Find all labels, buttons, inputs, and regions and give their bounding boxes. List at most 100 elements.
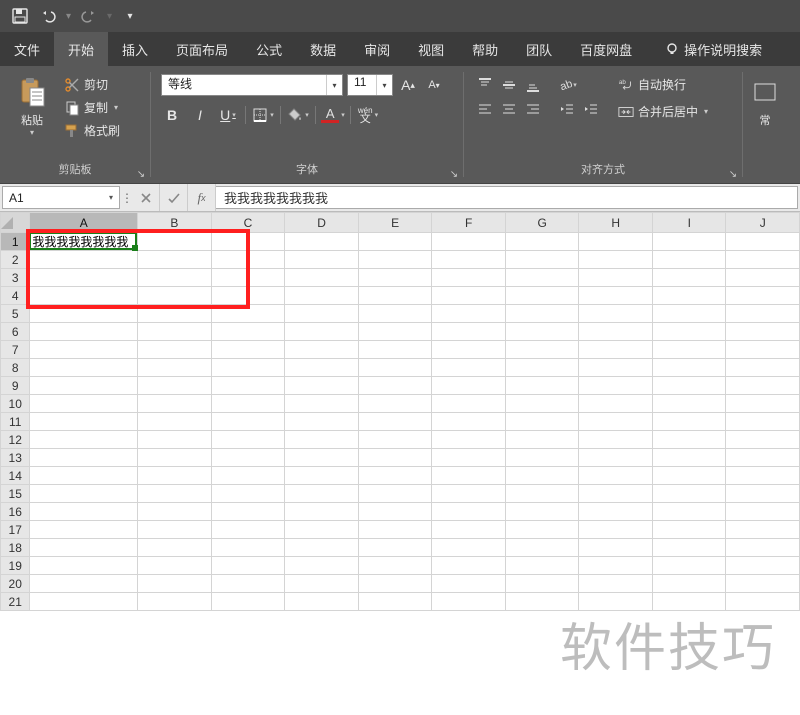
- cell[interactable]: [211, 431, 285, 449]
- align-right-button[interactable]: [522, 98, 544, 120]
- cell[interactable]: [726, 305, 800, 323]
- cell[interactable]: [211, 413, 285, 431]
- cell[interactable]: [726, 341, 800, 359]
- cell[interactable]: [211, 287, 285, 305]
- dropdown-arrow-icon[interactable]: ▾: [376, 75, 392, 95]
- cell[interactable]: [653, 539, 726, 557]
- name-box[interactable]: A1 ▾: [2, 186, 120, 209]
- paste-button[interactable]: 粘贴 ▾: [10, 74, 54, 157]
- column-header[interactable]: J: [726, 213, 800, 233]
- undo-icon[interactable]: [36, 4, 60, 28]
- cell[interactable]: [653, 557, 726, 575]
- cell[interactable]: [726, 359, 800, 377]
- cell[interactable]: [358, 503, 432, 521]
- cell[interactable]: [30, 377, 138, 395]
- cell[interactable]: [138, 521, 212, 539]
- cell[interactable]: [653, 467, 726, 485]
- column-header[interactable]: H: [579, 213, 653, 233]
- column-header[interactable]: G: [505, 213, 579, 233]
- cell[interactable]: [505, 521, 579, 539]
- cell[interactable]: [653, 593, 726, 611]
- cell[interactable]: [211, 539, 285, 557]
- cell[interactable]: [653, 449, 726, 467]
- cell[interactable]: [285, 431, 359, 449]
- fill-color-button[interactable]: ▾: [287, 104, 309, 126]
- cell[interactable]: [358, 467, 432, 485]
- cell[interactable]: [653, 305, 726, 323]
- cell[interactable]: [653, 431, 726, 449]
- cell[interactable]: [579, 341, 653, 359]
- enter-formula-button[interactable]: [160, 184, 188, 211]
- cell[interactable]: [30, 521, 138, 539]
- cell[interactable]: [505, 287, 579, 305]
- tab-team[interactable]: 团队: [512, 32, 566, 66]
- cell[interactable]: [505, 431, 579, 449]
- copy-button[interactable]: 复制 ▾: [60, 97, 124, 118]
- cell[interactable]: [138, 251, 212, 269]
- cell[interactable]: [653, 287, 726, 305]
- tab-review[interactable]: 审阅: [350, 32, 404, 66]
- wrap-text-button[interactable]: ab 自动换行: [614, 74, 712, 95]
- cell[interactable]: [432, 467, 506, 485]
- cell[interactable]: [579, 269, 653, 287]
- cell[interactable]: [138, 377, 212, 395]
- cell[interactable]: [285, 323, 359, 341]
- row-header[interactable]: 7: [1, 341, 30, 359]
- cell[interactable]: [211, 377, 285, 395]
- cell[interactable]: [30, 575, 138, 593]
- cell[interactable]: 我我我我我我我我: [30, 233, 138, 251]
- row-header[interactable]: 16: [1, 503, 30, 521]
- cell[interactable]: [30, 305, 138, 323]
- dropdown-arrow-icon[interactable]: ▾: [107, 11, 112, 22]
- cell[interactable]: [432, 449, 506, 467]
- cell[interactable]: [432, 359, 506, 377]
- cell[interactable]: [138, 305, 212, 323]
- font-name-combo[interactable]: 等线 ▾: [161, 74, 343, 96]
- cell[interactable]: [138, 557, 212, 575]
- cell[interactable]: [138, 395, 212, 413]
- cell[interactable]: [726, 287, 800, 305]
- cell[interactable]: [579, 593, 653, 611]
- cell[interactable]: [579, 287, 653, 305]
- cell[interactable]: [211, 467, 285, 485]
- qat-customize-icon[interactable]: ▾: [118, 4, 142, 28]
- cell[interactable]: [432, 251, 506, 269]
- tab-formulas[interactable]: 公式: [242, 32, 296, 66]
- cell[interactable]: [653, 575, 726, 593]
- column-header[interactable]: D: [285, 213, 359, 233]
- cell[interactable]: [726, 251, 800, 269]
- cell[interactable]: [726, 557, 800, 575]
- cell[interactable]: [432, 503, 506, 521]
- cell[interactable]: [30, 341, 138, 359]
- row-header[interactable]: 12: [1, 431, 30, 449]
- cell[interactable]: [30, 251, 138, 269]
- column-header[interactable]: E: [358, 213, 432, 233]
- cell[interactable]: [579, 521, 653, 539]
- row-header[interactable]: 21: [1, 593, 30, 611]
- cell[interactable]: [726, 431, 800, 449]
- cell[interactable]: [726, 449, 800, 467]
- cell[interactable]: [579, 359, 653, 377]
- row-header[interactable]: 3: [1, 269, 30, 287]
- save-icon[interactable]: [8, 4, 32, 28]
- decrease-font-size-button[interactable]: A▾: [423, 74, 445, 96]
- cell[interactable]: [138, 539, 212, 557]
- cell[interactable]: [726, 521, 800, 539]
- cell[interactable]: [358, 359, 432, 377]
- cell[interactable]: [432, 287, 506, 305]
- cell[interactable]: [653, 359, 726, 377]
- cell[interactable]: [579, 449, 653, 467]
- cell[interactable]: [285, 287, 359, 305]
- cell[interactable]: [285, 467, 359, 485]
- cell[interactable]: [211, 503, 285, 521]
- cell[interactable]: [285, 269, 359, 287]
- cell[interactable]: [211, 269, 285, 287]
- cell[interactable]: [505, 575, 579, 593]
- cell[interactable]: [432, 305, 506, 323]
- row-header[interactable]: 13: [1, 449, 30, 467]
- borders-button[interactable]: ▾: [252, 104, 274, 126]
- dropdown-arrow-icon[interactable]: ▾: [103, 193, 119, 202]
- cell[interactable]: [138, 323, 212, 341]
- cell[interactable]: [358, 287, 432, 305]
- cell[interactable]: [358, 521, 432, 539]
